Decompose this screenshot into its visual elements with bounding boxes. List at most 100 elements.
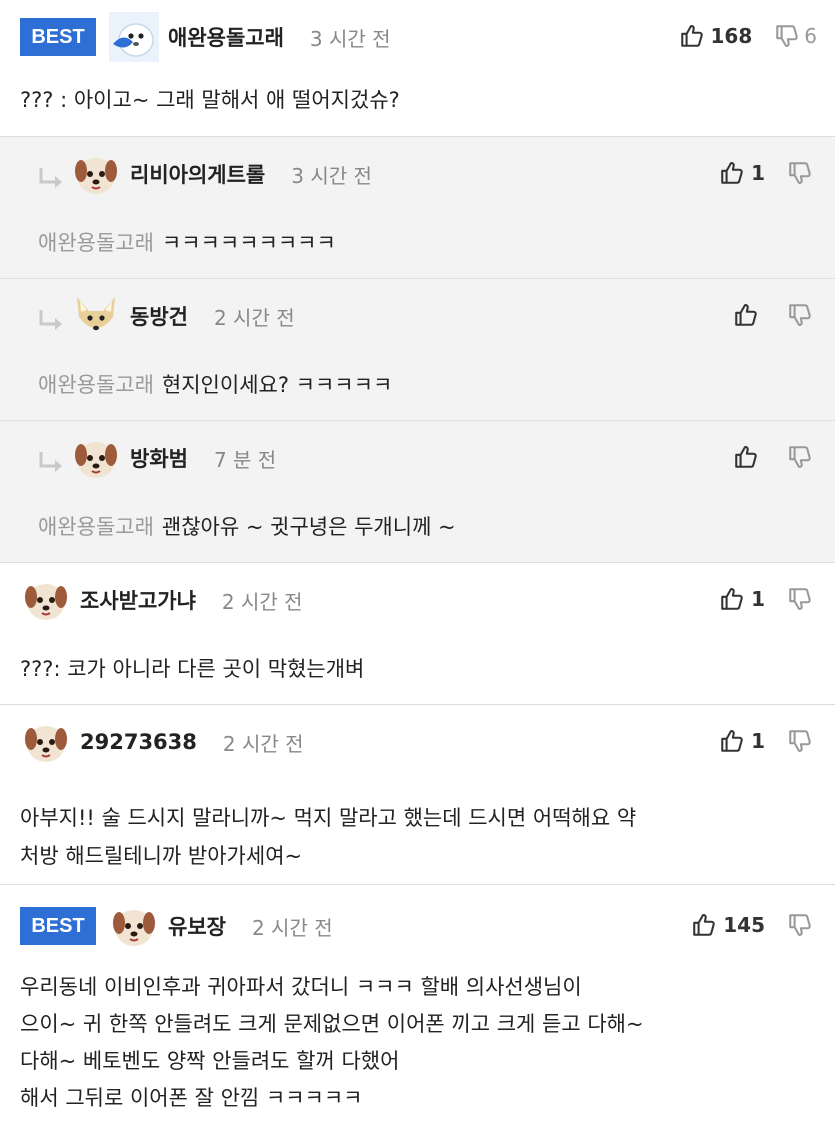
thumbs-up-icon (679, 23, 705, 49)
avatar[interactable] (70, 149, 122, 199)
reply-arrow-icon (36, 448, 66, 478)
avatar[interactable] (70, 433, 122, 483)
timestamp: 2 시간 전 (251, 915, 333, 940)
comment-text: ??? : 아이고~ 그래 말해서 애 떨어지겄슈? (20, 88, 400, 112)
like-button[interactable]: 1 (719, 586, 765, 612)
dislike-button[interactable]: 6 (774, 23, 817, 49)
comment-text: 괜찮아유 ~ 귓구녕은 두개니께 ~ (161, 515, 456, 539)
avatar[interactable] (108, 901, 160, 951)
mention[interactable]: 애완용돌고래 (38, 515, 154, 539)
author-name[interactable]: 조사받고가냐 (80, 585, 196, 615)
dislike-count: 6 (804, 24, 817, 48)
vote-area: 168 6 (679, 18, 817, 54)
comment-text-line: 해서 그뒤로 이어폰 잘 안낌 ㅋㅋㅋㅋㅋ (20, 1086, 363, 1110)
avatar[interactable] (70, 291, 122, 341)
thumbs-down-icon (787, 302, 813, 328)
vote-area (733, 297, 817, 333)
comment-text-line: 으이~ 귀 한쪽 안들려도 크게 문제없으면 이어폰 끼고 크게 듣고 다해~ (20, 1012, 644, 1036)
dislike-button[interactable] (787, 160, 817, 186)
avatar[interactable] (20, 717, 72, 767)
best-badge: BEST (20, 18, 96, 56)
thumbs-down-icon (787, 444, 813, 470)
reply-item: 방화범 7 분 전 애완용돌고래 괜찮아유 ~ 귓구녕은 두개니께 ~ (0, 421, 835, 563)
mention[interactable]: 애완용돌고래 (38, 373, 154, 397)
comment-header: 방화범 7 분 전 (36, 433, 276, 483)
comment-header: BEST 애완용돌고래 3 시간 전 (20, 12, 391, 62)
comment-item: 29273638 2 시간 전 1 아부지!! 술 드시지 말라니까~ 먹지 말… (0, 705, 835, 885)
like-count: 168 (710, 24, 753, 48)
author-name[interactable]: 애완용돌고래 (168, 22, 284, 52)
thumbs-up-icon (733, 302, 759, 328)
avatar[interactable] (20, 575, 72, 625)
comment-text-line: 처방 해드릴테니까 받아가세여~ (20, 844, 303, 868)
comment-body: ???: 코가 아니라 다른 곳이 막혔는개벼 (20, 653, 815, 685)
dislike-button[interactable] (787, 444, 817, 470)
vote-area: 1 (719, 155, 817, 191)
vote-area: 1 (719, 581, 817, 617)
thumbs-up-icon (691, 912, 717, 938)
author-name[interactable]: 리비아의게트롤 (130, 159, 265, 189)
thumbs-up-icon (719, 728, 745, 754)
like-button[interactable]: 1 (719, 728, 765, 754)
timestamp: 2 시간 전 (213, 305, 295, 330)
comment-item: BEST 유보장 2 시간 전 145 우리동네 이비인후과 귀아파서 갔더니 … (0, 885, 835, 1126)
like-button[interactable]: 168 (679, 23, 753, 49)
comment-text: ???: 코가 아니라 다른 곳이 막혔는개벼 (20, 657, 365, 681)
comment-header: 29273638 2 시간 전 (20, 717, 304, 767)
timestamp: 3 시간 전 (309, 26, 391, 51)
author-name[interactable]: 29273638 (80, 730, 197, 754)
like-count: 145 (723, 913, 765, 937)
like-button[interactable]: 1 (719, 160, 765, 186)
comment-body: 애완용돌고래 현지인이세요? ㅋㅋㅋㅋㅋ (38, 369, 815, 401)
comment-text-line: 아부지!! 술 드시지 말라니까~ 먹지 말라고 했는데 드시면 어떡해요 약 (20, 806, 637, 830)
vote-area: 1 (719, 723, 817, 759)
avatar[interactable] (108, 12, 160, 62)
timestamp: 2 시간 전 (222, 731, 304, 756)
thumbs-up-icon (733, 444, 759, 470)
comment-header: 조사받고가냐 2 시간 전 (20, 575, 303, 625)
thumbs-down-icon (787, 912, 813, 938)
comment-header: 동방건 2 시간 전 (36, 291, 295, 341)
comment-text-line: 우리동네 이비인후과 귀아파서 갔더니 ㅋㅋㅋ 할배 의사선생님이 (20, 975, 582, 999)
thumbs-down-icon (774, 23, 800, 49)
reply-arrow-icon (36, 306, 66, 336)
comment-header: 리비아의게트롤 3 시간 전 (36, 149, 372, 199)
thumbs-down-icon (787, 728, 813, 754)
comment-item: 조사받고가냐 2 시간 전 1 ???: 코가 아니라 다른 곳이 막혔는개벼 (0, 563, 835, 705)
timestamp: 3 시간 전 (291, 163, 372, 188)
thumbs-down-icon (787, 586, 813, 612)
thumbs-up-icon (719, 586, 745, 612)
like-count: 1 (751, 729, 765, 753)
mention[interactable]: 애완용돌고래 (38, 231, 154, 255)
author-name[interactable]: 동방건 (130, 301, 188, 331)
comment-body: 애완용돌고래 ㅋㅋㅋㅋㅋㅋㅋㅋㅋ (38, 227, 815, 259)
timestamp: 2 시간 전 (221, 589, 303, 614)
reply-item: 동방건 2 시간 전 애완용돌고래 현지인이세요? ㅋㅋㅋㅋㅋ (0, 279, 835, 421)
comment-body: 애완용돌고래 괜찮아유 ~ 귓구녕은 두개니께 ~ (38, 511, 815, 543)
comment-text: 현지인이세요? ㅋㅋㅋㅋㅋ (161, 373, 393, 397)
author-name[interactable]: 유보장 (168, 911, 226, 941)
author-name[interactable]: 방화범 (130, 443, 188, 473)
thumbs-down-icon (787, 160, 813, 186)
like-button[interactable] (733, 302, 765, 328)
vote-area (733, 439, 817, 475)
comment-item: BEST 애완용돌고래 3 시간 전 168 6 ??? : 아이고~ 그래 말… (0, 0, 835, 137)
like-count: 1 (751, 587, 765, 611)
comment-body: 아부지!! 술 드시지 말라니까~ 먹지 말라고 했는데 드시면 어떡해요 약 … (20, 799, 815, 875)
thumbs-up-icon (719, 160, 745, 186)
comment-body: ??? : 아이고~ 그래 말해서 애 떨어지겄슈? (20, 84, 815, 116)
dislike-button[interactable] (787, 586, 817, 612)
best-badge: BEST (20, 907, 96, 945)
dislike-button[interactable] (787, 912, 817, 938)
timestamp: 7 분 전 (213, 447, 277, 472)
comment-text: ㅋㅋㅋㅋㅋㅋㅋㅋㅋ (161, 231, 336, 255)
reply-arrow-icon (36, 164, 66, 194)
dislike-button[interactable] (787, 728, 817, 754)
reply-item: 리비아의게트롤 3 시간 전 1 애완용돌고래 ㅋㅋㅋㅋㅋㅋㅋㅋㅋ (0, 137, 835, 279)
like-button[interactable] (733, 444, 765, 470)
vote-area: 145 (691, 907, 817, 943)
comment-text-line: 다해~ 베토벤도 양짝 안들려도 할꺼 다했어 (20, 1049, 400, 1073)
like-button[interactable]: 145 (691, 912, 765, 938)
dislike-button[interactable] (787, 302, 817, 328)
comment-header: BEST 유보장 2 시간 전 (20, 901, 333, 951)
